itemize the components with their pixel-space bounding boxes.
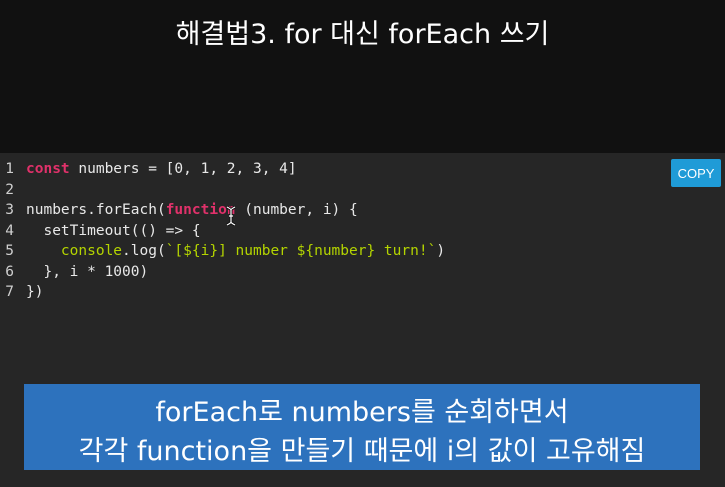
line-number: 7 bbox=[5, 284, 14, 300]
code-block: 1 const numbers = [0, 1, 2, 3, 4] 2 3 numb… bbox=[0, 159, 445, 303]
code-text: (number, i) { bbox=[235, 202, 358, 218]
keyword-const: const bbox=[26, 161, 70, 177]
line-number: 5 bbox=[5, 243, 14, 259]
code-text: setTimeout(() => { bbox=[26, 222, 201, 239]
code-text: }) bbox=[26, 284, 44, 300]
code-text: numbers = [0, 1, 2, 3, 4] bbox=[69, 161, 297, 177]
code-text: numbers.forEach( bbox=[26, 202, 166, 218]
code-line-7: 7}) bbox=[0, 282, 445, 303]
code-line-1: 1 const numbers = [0, 1, 2, 3, 4] bbox=[0, 159, 445, 180]
line-number: 6 bbox=[5, 263, 14, 280]
subtitle-line-1: forEach로 numbers를 순회하면서 bbox=[155, 397, 569, 428]
code-line-2: 2 bbox=[0, 180, 445, 201]
subtitle-line-2: 각각 function을 만들기 때문에 i의 값이 고유해짐 bbox=[78, 436, 646, 467]
code-text: .log( bbox=[122, 243, 166, 259]
code-line-3: 3 numbers.forEach(function (number, i) { bbox=[0, 200, 445, 221]
code-line-5: 5 console .log(`[${i}] number ${number} t… bbox=[0, 241, 445, 262]
code-text: }, i * 1000) bbox=[26, 263, 149, 280]
code-text: ) bbox=[436, 243, 446, 259]
line-number: 4 bbox=[5, 222, 14, 239]
code-line-6: 6 }, i * 1000) bbox=[0, 262, 445, 283]
copy-button[interactable]: COPY bbox=[671, 159, 721, 187]
text-cursor-icon bbox=[226, 206, 236, 226]
code-line-4: 4 setTimeout(() => { bbox=[0, 221, 445, 242]
console-object: console bbox=[60, 243, 123, 259]
line-number: 3 bbox=[5, 202, 14, 218]
line-number: 1 bbox=[5, 161, 14, 177]
line-number: 2 bbox=[5, 181, 14, 198]
template-string: `[${i}] number ${number} turn!` bbox=[165, 243, 437, 259]
page-title: 해결법3. for 대신 forEach 쓰기 bbox=[175, 19, 550, 50]
